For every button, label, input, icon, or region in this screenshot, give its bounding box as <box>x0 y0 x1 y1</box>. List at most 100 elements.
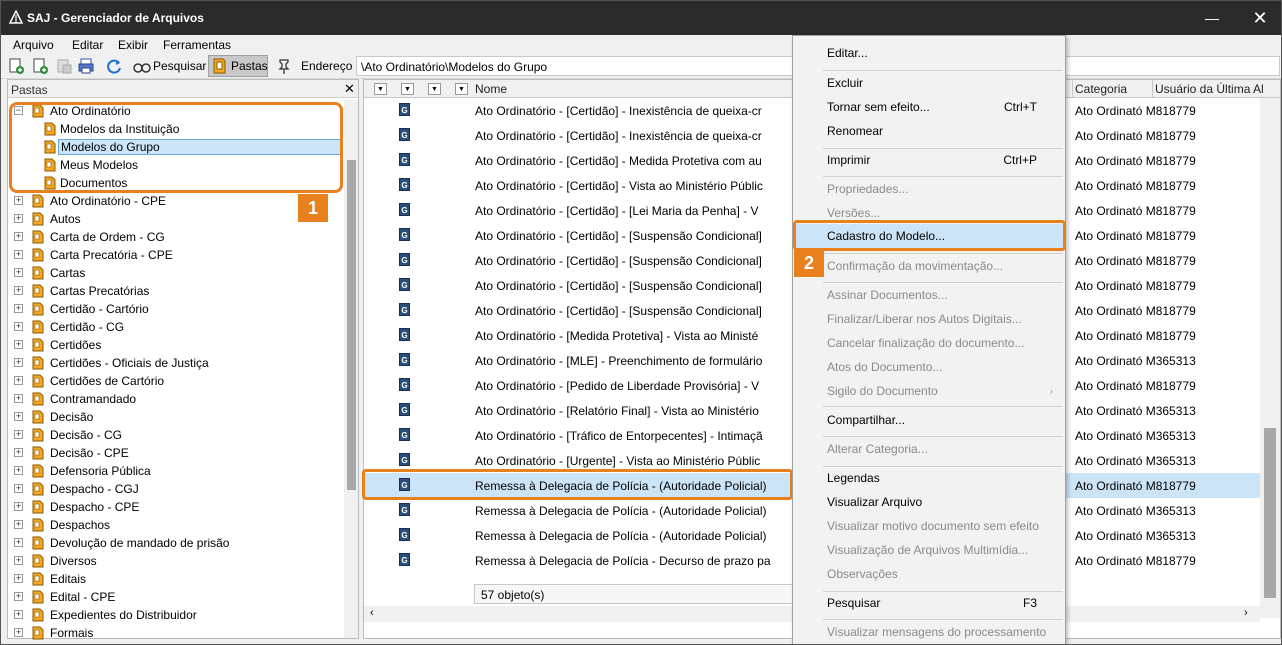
menu-item: Finalizar/Liberar nos Autos Digitais... <box>827 312 1022 326</box>
tree-node[interactable]: + Defensoria Pública <box>14 462 334 480</box>
column-header-user[interactable]: Usuário da Última Al <box>1155 82 1264 96</box>
tree-node[interactable]: + Cartas <box>14 264 334 282</box>
expand-icon[interactable]: + <box>14 610 23 619</box>
expand-icon[interactable]: + <box>14 520 23 529</box>
folders-scrollbar-thumb[interactable] <box>347 160 356 490</box>
row-category-user: Ato Ordinató M818779 <box>1075 254 1196 268</box>
tree-node[interactable]: + Certidões <box>14 336 334 354</box>
expand-icon[interactable]: + <box>14 592 23 601</box>
expand-icon[interactable]: + <box>14 268 23 277</box>
column-filter-icon[interactable]: ▼ <box>374 83 387 95</box>
column-filter-icon[interactable]: ▼ <box>455 83 468 95</box>
tree-node[interactable]: + Formais <box>14 624 334 640</box>
menu-item[interactable]: Compartilhar... <box>827 413 905 427</box>
tree-node[interactable]: + Editais <box>14 570 334 588</box>
minimize-button[interactable]: — <box>1197 7 1227 29</box>
menu-item[interactable]: Pesquisar <box>827 596 880 610</box>
tree-node[interactable]: + Despachos <box>14 516 334 534</box>
tree-node-label: Cartas <box>50 266 86 280</box>
expand-icon[interactable]: + <box>14 214 23 223</box>
menu-item[interactable]: Imprimir <box>827 153 870 167</box>
tree-node[interactable]: + Decisão - CPE <box>14 444 334 462</box>
tree-node[interactable]: + Decisão <box>14 408 334 426</box>
tree-node-label: Certidão - Cartório <box>50 302 149 316</box>
folders-scrollbar[interactable] <box>344 100 358 638</box>
new-document-icon[interactable] <box>7 57 25 75</box>
tree-node[interactable]: + Contramandado <box>14 390 334 408</box>
tree-node[interactable]: + Decisão - CG <box>14 426 334 444</box>
grid-scrollbar-thumb[interactable] <box>1264 428 1276 598</box>
title-bar: SAJ - Gerenciador de Arquivos — ✕ <box>1 1 1281 35</box>
expand-icon[interactable]: + <box>14 232 23 241</box>
tree-node-label: Certidões de Cartório <box>50 374 165 388</box>
tree-node[interactable]: + Certidões - Oficiais de Justiça <box>14 354 334 372</box>
tree-node[interactable]: + Certidões de Cartório <box>14 372 334 390</box>
expand-icon[interactable]: + <box>14 250 23 259</box>
expand-icon[interactable]: + <box>14 556 23 565</box>
expand-icon[interactable]: + <box>14 538 23 547</box>
tree-node[interactable]: + Edital - CPE <box>14 588 334 606</box>
expand-icon[interactable]: + <box>14 196 23 205</box>
tree-node[interactable]: + Carta de Ordem - CG <box>14 228 334 246</box>
menu-ferramentas[interactable]: Ferramentas <box>163 38 231 52</box>
refresh-icon[interactable] <box>105 57 123 75</box>
close-panel-icon[interactable]: ✕ <box>344 81 355 97</box>
binoculars-icon[interactable] <box>133 57 151 75</box>
folders-button-label[interactable]: Pastas <box>231 59 268 73</box>
expand-icon[interactable]: + <box>14 412 23 421</box>
expand-icon[interactable]: + <box>14 304 23 313</box>
menu-item[interactable]: Legendas <box>827 471 880 485</box>
scroll-left-icon[interactable]: ‹ <box>370 607 374 619</box>
scroll-right-icon[interactable]: › <box>1244 607 1248 619</box>
close-window-button[interactable]: ✕ <box>1245 7 1275 29</box>
expand-icon[interactable]: + <box>14 628 23 637</box>
expand-icon[interactable]: + <box>14 448 23 457</box>
column-separator[interactable] <box>1072 80 1073 98</box>
menu-item[interactable]: Renomear <box>827 124 883 138</box>
grid-vertical-scrollbar[interactable] <box>1260 98 1280 618</box>
expand-icon[interactable]: + <box>14 340 23 349</box>
tree-node[interactable]: + Despacho - CPE <box>14 498 334 516</box>
expand-icon[interactable]: + <box>14 430 23 439</box>
column-separator[interactable] <box>1152 80 1153 98</box>
expand-icon[interactable]: + <box>14 484 23 493</box>
column-filter-icon[interactable]: ▼ <box>401 83 414 95</box>
tree-node[interactable]: + Devolução de mandado de prisão <box>14 534 334 552</box>
folder-icon <box>32 446 44 460</box>
expand-icon[interactable]: + <box>14 502 23 511</box>
tree-node[interactable]: + Certidão - Cartório <box>14 300 334 318</box>
tree-node[interactable]: + Diversos <box>14 552 334 570</box>
expand-icon[interactable]: + <box>14 574 23 583</box>
column-header-name[interactable]: Nome <box>475 82 507 96</box>
tree-node[interactable]: + Expedientes do Distribuidor <box>14 606 334 624</box>
tree-node[interactable]: + Certidão - CG <box>14 318 334 336</box>
expand-icon[interactable]: + <box>14 394 23 403</box>
menu-item[interactable]: Excluir <box>827 76 863 90</box>
tree-node[interactable]: + Despacho - CGJ <box>14 480 334 498</box>
menu-editar[interactable]: Editar <box>72 38 103 52</box>
tree-node[interactable]: + Carta Precatória - CPE <box>14 246 334 264</box>
search-button-label[interactable]: Pesquisar <box>153 59 206 73</box>
menu-item-label: Finalizar/Liberar nos Autos Digitais... <box>827 312 1022 326</box>
column-filter-icon[interactable]: ▼ <box>428 83 441 95</box>
menu-item[interactable]: Tornar sem efeito... <box>827 100 930 114</box>
menu-arquivo[interactable]: Arquivo <box>13 38 54 52</box>
expand-icon[interactable]: + <box>14 466 23 475</box>
expand-icon[interactable]: + <box>14 322 23 331</box>
tree-node[interactable]: + Ato Ordinatório - CPE <box>14 192 334 210</box>
expand-icon[interactable]: + <box>14 358 23 367</box>
column-header-category[interactable]: Categoria <box>1075 82 1127 96</box>
expand-icon[interactable]: + <box>14 286 23 295</box>
tree-node-label: Contramandado <box>50 392 137 406</box>
menu-item[interactable]: Visualizar Arquivo <box>827 495 922 509</box>
menu-exibir[interactable]: Exibir <box>118 38 148 52</box>
pin-icon[interactable] <box>275 57 293 75</box>
attach-icon[interactable] <box>55 57 73 75</box>
tree-node[interactable]: + Cartas Precatórias <box>14 282 334 300</box>
expand-icon[interactable]: + <box>14 376 23 385</box>
tree-node[interactable]: + Autos <box>14 210 334 228</box>
new-folder-icon[interactable] <box>31 57 49 75</box>
row-name: Ato Ordinatório - [Certidão] - [Suspensã… <box>475 279 762 293</box>
print-icon[interactable] <box>77 57 95 75</box>
menu-item[interactable]: Editar... <box>827 46 868 60</box>
